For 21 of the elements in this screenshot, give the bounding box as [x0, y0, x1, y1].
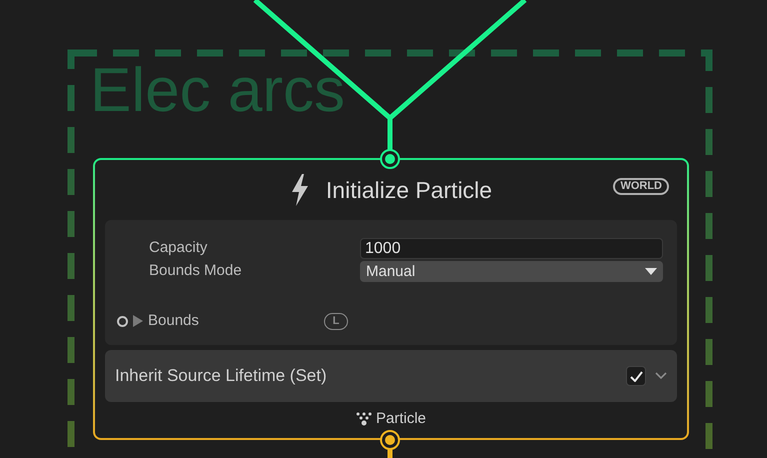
footer-label: Particle [376, 409, 426, 429]
property-label: Bounds [148, 310, 200, 331]
chevron-icon[interactable] [655, 372, 667, 380]
particles-icon [356, 412, 372, 426]
property-label: Capacity [149, 238, 208, 258]
output-port[interactable] [382, 432, 398, 448]
input-port[interactable] [382, 151, 398, 167]
node-title: Initialize Particle [326, 176, 492, 205]
local-space-badge[interactable]: L [324, 312, 348, 330]
property-label: Bounds Mode [149, 261, 243, 282]
number-field[interactable]: 1000 [360, 238, 663, 259]
check-icon [630, 370, 642, 382]
caret-icon [645, 268, 657, 276]
expand-triangle-icon[interactable] [132, 315, 144, 327]
enable-checkbox[interactable] [626, 366, 646, 386]
space-badge: WORLD [613, 178, 669, 195]
block-header[interactable]: Inherit Source Lifetime (Set) [105, 350, 677, 402]
lightning-icon [290, 174, 310, 206]
node-card[interactable]: Initialize Particle WORLD Capacity 1000 Bounds Mode Manual Bounds L Inherit Source Lifetime (Set) Particle [93, 158, 689, 440]
block-title: Inherit Source Lifetime (Set) [115, 365, 328, 388]
dropdown[interactable]: Manual [360, 261, 663, 282]
